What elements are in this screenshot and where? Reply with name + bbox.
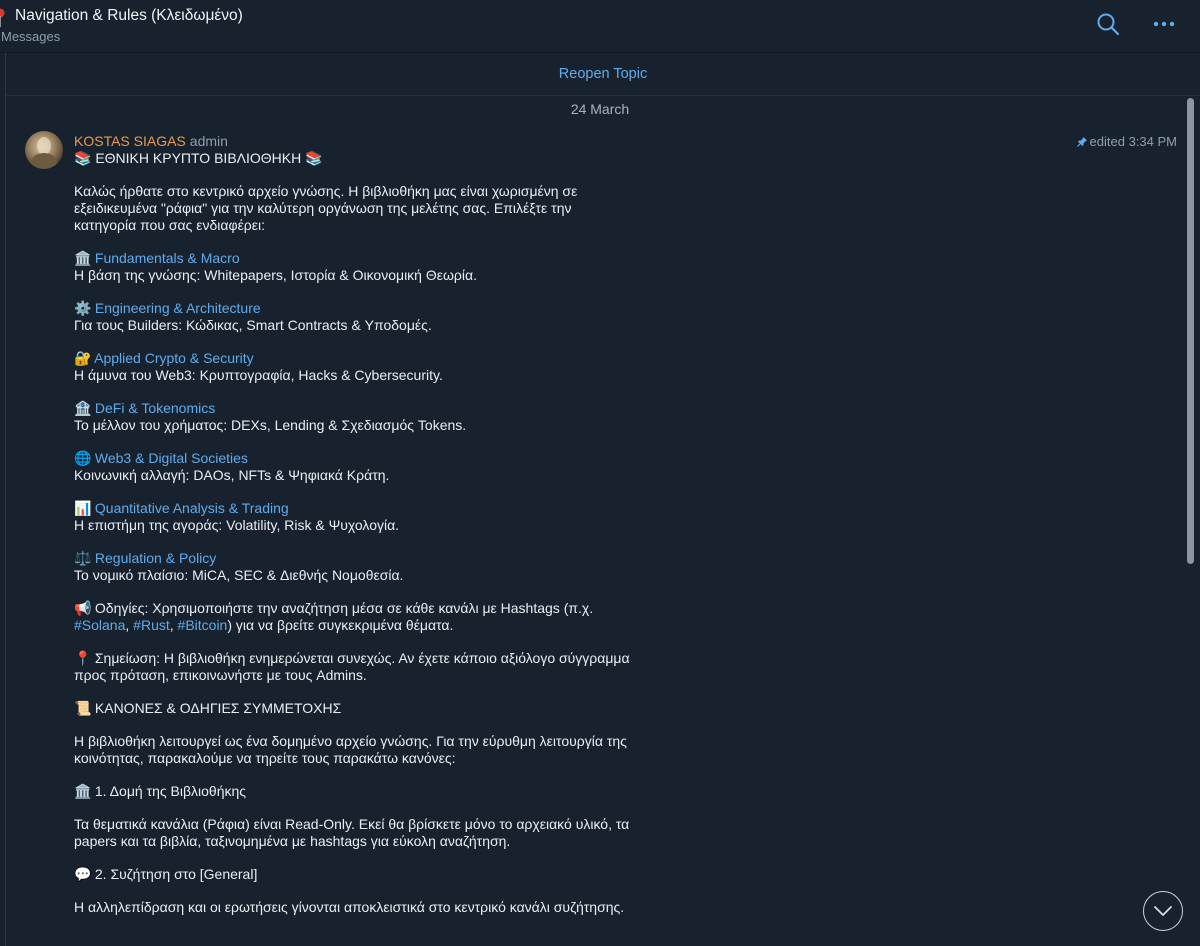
category-link[interactable]: DeFi & Tokenomics — [95, 400, 215, 416]
hashtag-link[interactable]: #Solana — [74, 617, 125, 633]
chat-header: Navigation & Rules (Κλειδωμένο) Messages — [0, 0, 1200, 53]
search-icon[interactable] — [1096, 12, 1120, 36]
category-desc: Κοινωνική αλλαγή: DAOs, NFTs & Ψηφιακά Κ… — [74, 467, 390, 483]
lock-key-icon: 🔐 — [74, 350, 92, 366]
guide-end: ) για να βρείτε συγκεκριμένα θέματα. — [227, 617, 454, 633]
category-link[interactable]: Applied Crypto & Security — [94, 350, 254, 366]
chat-left-border — [5, 52, 6, 946]
scrollbar-thumb[interactable] — [1187, 98, 1194, 564]
note-text: Σημείωση: Η βιβλιοθήκη ενημερώνεται συνε… — [94, 650, 630, 666]
category-desc: Η βάση της γνώσης: Whitepapers, Ιστορία … — [74, 267, 477, 283]
rules-title: ΚΑΝΟΝΕΣ & ΟΔΗΓΙΕΣ ΣΥΜΜΕΤΟΧΗΣ — [94, 700, 342, 716]
category-desc: Η επιστήμη της αγοράς: Volatility, Risk … — [74, 517, 400, 533]
sender-name[interactable]: KOSTAS SIAGAS — [74, 133, 186, 149]
rules-intro: Η βιβλιοθήκη λειτουργεί ως ένα δομημένο … — [74, 733, 674, 767]
message-heading: 📚 ΕΘΝΙΚΗ ΚΡΥΠΤΟ ΒΙΒΛΙΟΘΗΚΗ 📚 — [74, 150, 323, 166]
intro-paragraph: Καλώς ήρθατε στο κεντρικό αρχείο γνώσης.… — [74, 183, 674, 234]
category-link[interactable]: Quantitative Analysis & Trading — [95, 500, 289, 516]
edited-time: edited 3:34 PM — [1089, 134, 1177, 149]
rule-text: Η αλληλεπίδραση και οι ερωτήσεις γίνοντα… — [74, 899, 625, 915]
reopen-topic-button[interactable]: Reopen Topic — [559, 66, 647, 82]
location-pin-icon: 📍 — [74, 650, 92, 666]
red-pin-icon — [0, 8, 5, 27]
date-separator: 24 March — [570, 101, 630, 117]
chevron-down-icon — [1154, 906, 1172, 916]
category-link[interactable]: Engineering & Architecture — [95, 300, 261, 316]
hashtag-link[interactable]: #Rust — [133, 617, 170, 633]
category-engineering: ⚙️ Engineering & Architecture Για τους B… — [74, 300, 674, 334]
rules-heading: 📜 ΚΑΝΟΝΕΣ & ΟΔΗΓΙΕΣ ΣΥΜΜΕΤΟΧΗΣ — [74, 700, 674, 717]
rule-text: papers και τα βιβλία, ταξινομημένα με ha… — [74, 833, 511, 849]
rule-1-heading: 🏛️ 1. Δομή της Βιβλιοθήκης — [74, 783, 674, 800]
classical-building-icon: 🏛️ — [74, 783, 92, 799]
bank-icon: 🏦 — [74, 400, 92, 416]
guide-text: Οδηγίες: Χρησιμοποιήστε την αναζήτηση μέ… — [94, 600, 594, 616]
category-fundamentals: 🏛️ Fundamentals & Macro Η βάση της γνώση… — [74, 250, 674, 284]
reopen-topic-bar: Reopen Topic — [6, 53, 1200, 96]
category-desc: Η άμυνα του Web3: Κρυπτογραφία, Hacks & … — [74, 367, 443, 383]
message-body: 📚 ΕΘΝΙΚΗ ΚΡΥΠΤΟ ΒΙΒΛΙΟΘΗΚΗ 📚 Καλώς ήρθατ… — [74, 150, 674, 916]
globe-icon: 🌐 — [74, 450, 92, 466]
message-meta: edited 3:34 PM — [1076, 134, 1177, 149]
note-paragraph: 📍 Σημείωση: Η βιβλιοθήκη ενημερώνεται συ… — [74, 650, 674, 684]
bank-building-icon: 🏛️ — [74, 250, 92, 266]
bar-chart-icon: 📊 — [74, 500, 92, 516]
intro-line: κατηγορία που σας ενδιαφέρει: — [74, 217, 266, 233]
scroll-icon: 📜 — [74, 700, 92, 716]
category-desc: Το μέλλον του χρήματος: DEXs, Lending & … — [74, 417, 467, 433]
avatar-body — [31, 153, 57, 169]
note-text: προς πρόταση, επικοινωνήστε με τους Admi… — [74, 667, 367, 683]
megaphone-icon: 📢 — [74, 600, 92, 616]
pinned-icon — [1076, 136, 1087, 147]
sender-role: admin — [189, 133, 228, 149]
separator: , — [169, 617, 178, 633]
message-header: KOSTAS SIAGAS admin — [74, 133, 228, 149]
rule-2-text: Η αλληλεπίδραση και οι ερωτήσεις γίνοντα… — [74, 899, 674, 916]
category-security: 🔐 Applied Crypto & Security Η άμυνα του … — [74, 350, 674, 384]
rule-text: Τα θεματικά κανάλια (Ράφια) είναι Read-O… — [74, 816, 630, 832]
intro-line: Καλώς ήρθατε στο κεντρικό αρχείο γνώσης.… — [74, 183, 578, 199]
rule-2-heading: 💬 2. Συζήτηση στο [General] — [74, 866, 674, 883]
guide-paragraph: 📢 Οδηγίες: Χρησιμοποιήστε την αναζήτηση … — [74, 600, 674, 634]
rule-title: 2. Συζήτηση στο [General] — [94, 866, 258, 882]
scales-icon: ⚖️ — [74, 550, 92, 566]
more-dots-icon[interactable] — [1153, 20, 1175, 28]
category-link[interactable]: Fundamentals & Macro — [95, 250, 240, 266]
separator: , — [125, 617, 134, 633]
gear-icon: ⚙️ — [74, 300, 92, 316]
category-quant: 📊 Quantitative Analysis & Trading Η επισ… — [74, 500, 674, 534]
hashtag-link[interactable]: #Bitcoin — [178, 617, 228, 633]
rules-intro-line: Η βιβλιοθήκη λειτουργεί ως ένα δομημένο … — [74, 733, 627, 749]
rule-1-text: Τα θεματικά κανάλια (Ράφια) είναι Read-O… — [74, 816, 674, 850]
category-link[interactable]: Regulation & Policy — [95, 550, 216, 566]
category-desc: Το νομικό πλαίσιο: MiCA, SEC & Διεθνής Ν… — [74, 567, 404, 583]
rule-title: 1. Δομή της Βιβλιοθήκης — [94, 783, 247, 799]
scroll-to-bottom-button[interactable] — [1143, 891, 1183, 931]
category-desc: Για τους Builders: Κώδικας, Smart Contra… — [74, 317, 432, 333]
rules-intro-line: κοινότητας, παρακαλούμε να τηρείτε τους … — [74, 750, 456, 766]
category-defi: 🏦 DeFi & Tokenomics Το μέλλον του χρήματ… — [74, 400, 674, 434]
avatar[interactable] — [25, 131, 63, 169]
category-link[interactable]: Web3 & Digital Societies — [95, 450, 248, 466]
topic-subtitle: Messages — [1, 29, 61, 44]
category-regulation: ⚖️ Regulation & Policy Το νομικό πλαίσιο… — [74, 550, 674, 584]
topic-title: Navigation & Rules (Κλειδωμένο) — [15, 7, 243, 24]
speech-bubble-icon: 💬 — [74, 866, 92, 882]
category-web3: 🌐 Web3 & Digital Societies Κοινωνική αλλ… — [74, 450, 674, 484]
intro-line: εξειδικευμένα "ράφια" για την καλύτερη ο… — [74, 200, 572, 216]
